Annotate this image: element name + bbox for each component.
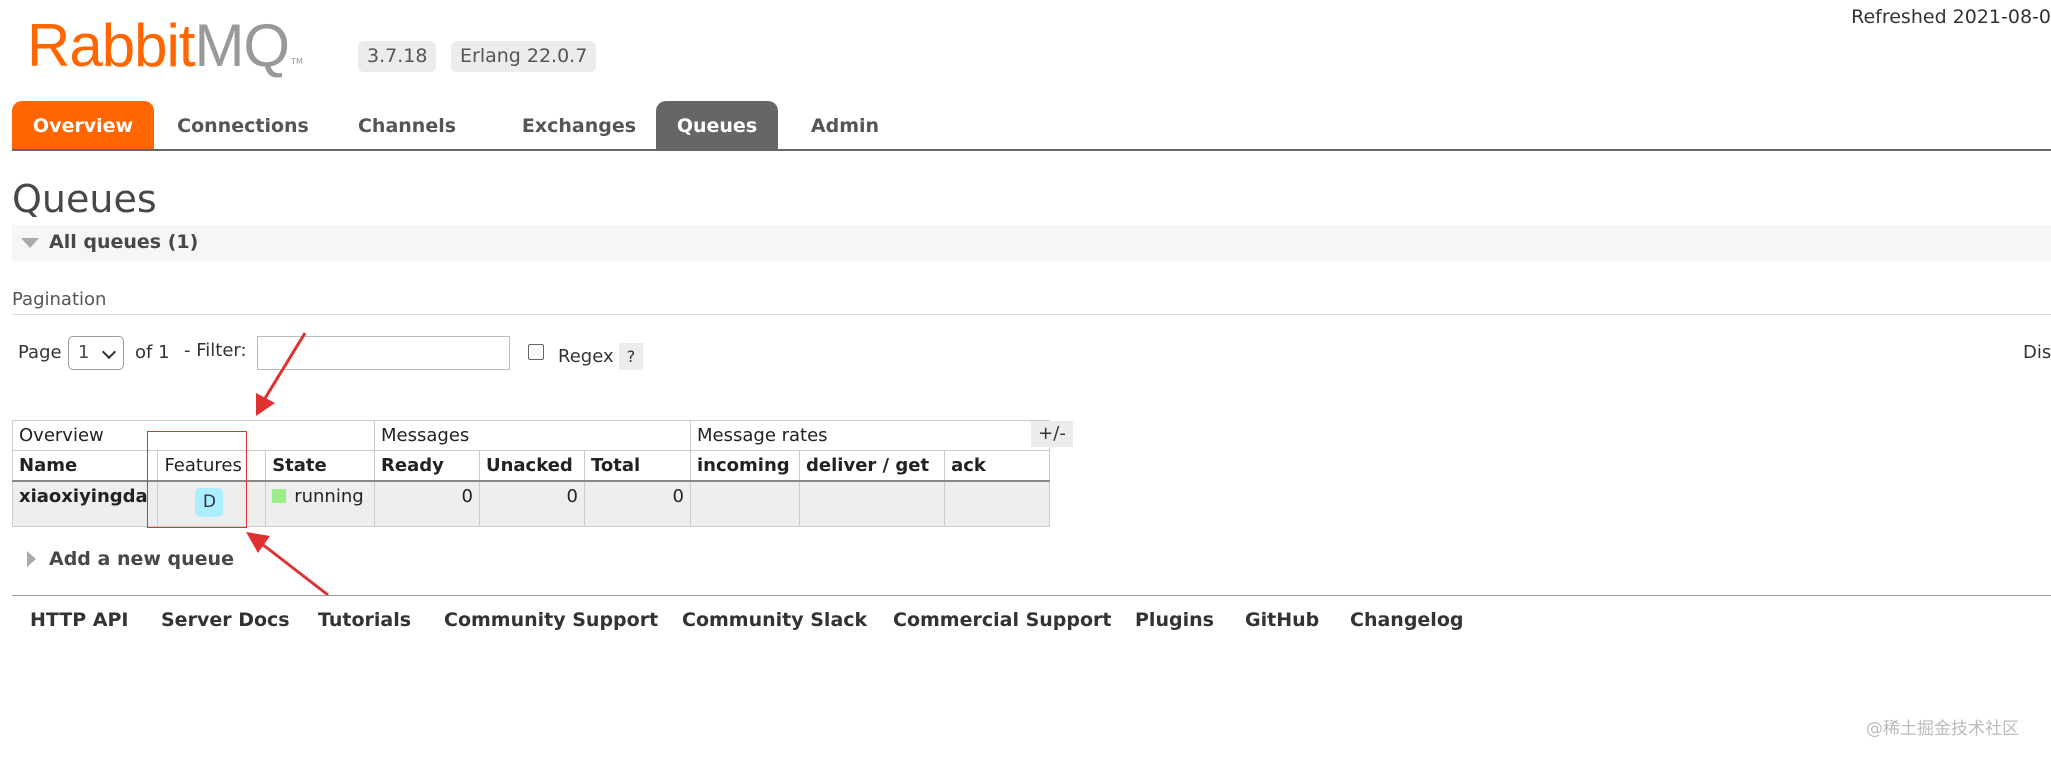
footer-link-plugins[interactable]: Plugins [1135,609,1214,631]
col-header-total[interactable]: Total [583,450,692,482]
logo-mq: MQ [194,12,290,79]
state-text: running [294,486,364,507]
version-badge: 3.7.18 [358,41,437,72]
column-options-button[interactable]: +/- [1031,421,1073,447]
regex-checkbox[interactable] [528,344,544,360]
tab-connections[interactable]: Connections [170,101,316,149]
ack-rate [944,480,1050,527]
logo-wordmark: RabbitMQ [27,12,290,79]
chevron-down-icon [101,344,117,360]
filter-input[interactable] [257,336,510,370]
state-cell: running [265,480,375,527]
regex-help-button[interactable]: ? [619,343,643,370]
pagination-divider [12,314,2051,315]
footer-link-changelog[interactable]: Changelog [1350,609,1463,631]
deliver-get-rate [799,480,946,527]
page-title: Queues [12,177,157,221]
annotation-arrow-bottom [246,532,329,597]
annotation-highlight-box [147,431,247,528]
footer-link-http-api[interactable]: HTTP API [30,609,129,631]
col-header-deliver-get[interactable]: deliver / get [799,450,946,482]
page-label: Page [18,342,62,363]
col-header-name[interactable]: Name [11,450,159,482]
page-count-label: of 1 [135,342,170,363]
expand-triangle-icon [27,551,36,567]
footer-link-server-docs[interactable]: Server Docs [161,609,290,631]
pagination-heading: Pagination [12,289,107,310]
queue-name-link[interactable]: xiaoxiyingda [11,480,159,527]
footer-link-tutorials[interactable]: Tutorials [318,609,411,631]
tab-admin[interactable]: Admin [798,101,892,149]
all-queues-section-toggle[interactable]: All queues (1) [12,225,2051,261]
tab-divider [12,149,2051,151]
tab-exchanges[interactable]: Exchanges [498,101,660,149]
footer-divider [12,595,2051,596]
group-header-messages: Messages [374,420,691,451]
col-header-unacked[interactable]: Unacked [478,450,585,482]
logo-trademark: TM [291,57,303,66]
regex-label: Regex [558,346,614,367]
footer-link-community-slack[interactable]: Community Slack [682,609,867,631]
total-count: 0 [583,480,692,527]
group-header-message-rates: Message rates [690,420,1050,451]
col-header-ack[interactable]: ack [944,450,1050,482]
watermark: @稀土掘金技术社区 [1866,719,2019,739]
add-queue-label: Add a new queue [49,548,234,570]
running-status-icon [272,488,287,503]
section-title: All queues (1) [49,231,199,253]
tab-queues[interactable]: Queues [656,101,778,149]
unacked-count: 0 [478,480,585,527]
col-header-incoming[interactable]: incoming [689,450,801,482]
footer-link-commercial-support[interactable]: Commercial Support [893,609,1112,631]
tab-overview[interactable]: Overview [12,101,154,149]
footer-link-github[interactable]: GitHub [1245,609,1319,631]
filter-label: - Filter: [184,340,247,361]
footer-link-community-support[interactable]: Community Support [444,609,658,631]
refreshed-timestamp[interactable]: Refreshed 2021-08-0 [1851,6,2051,28]
page-select[interactable]: 1 [68,336,124,370]
rabbitmq-logo[interactable]: RabbitMQ TM [27,14,347,76]
tab-channels[interactable]: Channels [348,101,466,149]
display-label: Dis [2023,342,2051,363]
erlang-version-badge: Erlang 22.0.7 [451,41,597,72]
col-header-state[interactable]: State [265,450,375,482]
collapse-triangle-icon [21,238,39,248]
col-header-ready[interactable]: Ready [374,450,480,482]
ready-count: 0 [374,480,480,527]
incoming-rate [689,480,801,527]
page-select-value: 1 [78,342,90,363]
